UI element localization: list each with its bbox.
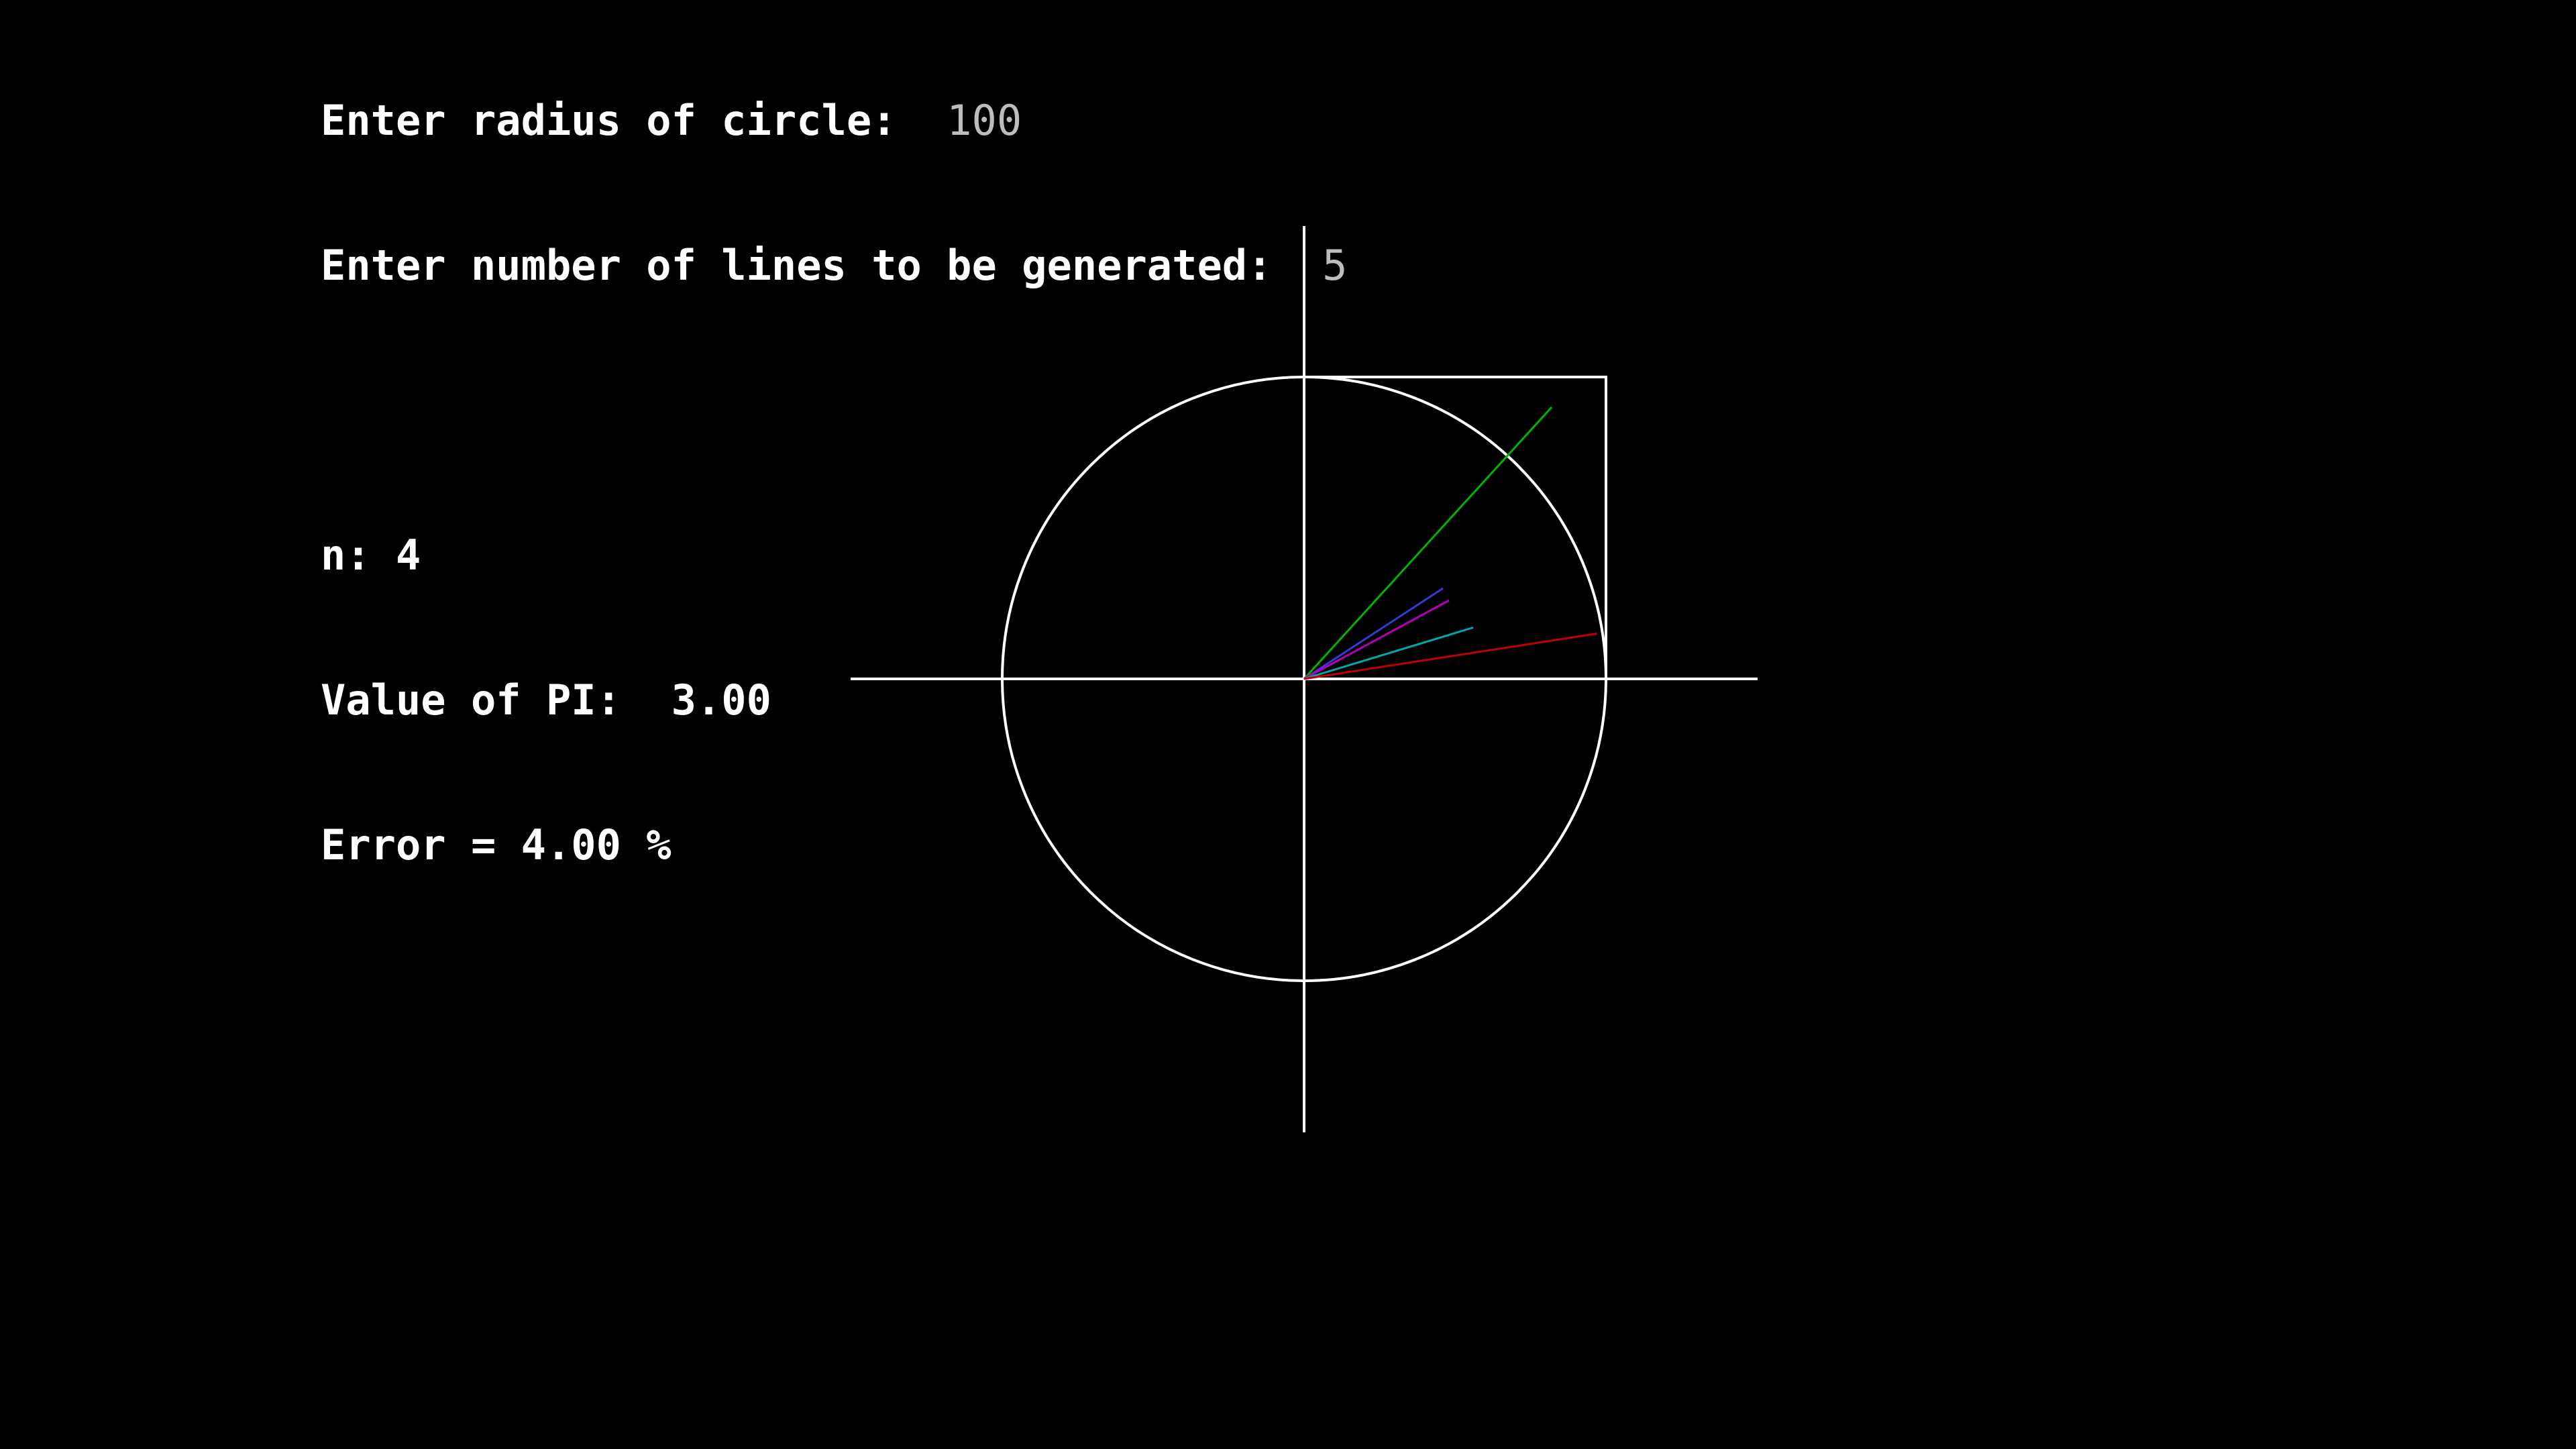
random-lines-group [1303, 406, 1597, 680]
random-line-1 [1303, 406, 1553, 680]
random-line-5 [1303, 633, 1597, 680]
dos-screen: Enter radius of circle: 100 Enter number… [0, 0, 2576, 1449]
monte-carlo-plot [851, 226, 1758, 1132]
random-line-4 [1303, 627, 1474, 680]
